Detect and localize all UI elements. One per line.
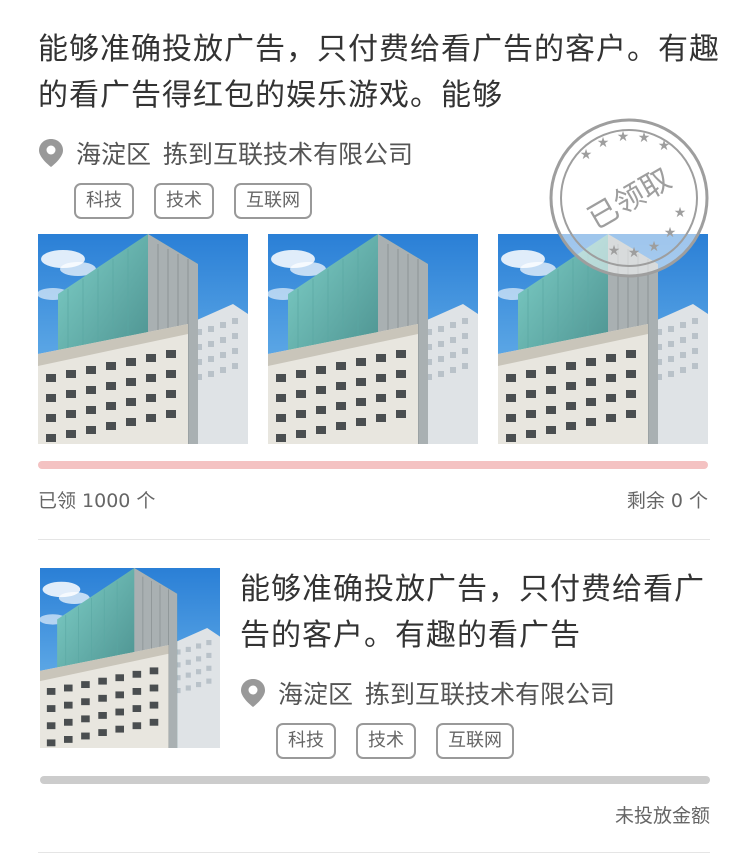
svg-text:★: ★ bbox=[658, 138, 671, 154]
svg-text:★: ★ bbox=[597, 135, 610, 151]
tag: 技术 bbox=[356, 723, 416, 759]
ad-card[interactable]: 能够准确投放广告，只付费给看广告的客户。有趣的看广告得红包的娱乐游戏。能够 海淀… bbox=[0, 0, 750, 540]
svg-text:★: ★ bbox=[674, 205, 687, 221]
ad-tags: 科技 技术 互联网 bbox=[276, 723, 534, 759]
tag: 科技 bbox=[276, 723, 336, 759]
svg-text:★: ★ bbox=[580, 147, 593, 163]
ad-location: 海淀区 拣到互联技术有限公司 bbox=[240, 673, 615, 713]
claim-progress-fill bbox=[38, 461, 708, 469]
tag: 科技 bbox=[74, 183, 134, 219]
location-pin-icon bbox=[240, 678, 266, 708]
claim-progress-bar bbox=[38, 461, 708, 469]
ad-image[interactable] bbox=[498, 234, 708, 444]
location-pin-icon bbox=[38, 138, 64, 168]
ad-district: 海淀区 bbox=[76, 140, 152, 169]
ad-image[interactable] bbox=[38, 234, 248, 444]
unfunded-amount-label: 未投放金额 bbox=[614, 805, 710, 827]
ad-image[interactable] bbox=[40, 568, 220, 748]
claimed-count: 已领 1000 个 bbox=[38, 490, 156, 512]
ad-image[interactable] bbox=[268, 234, 478, 444]
ad-district: 海淀区 bbox=[278, 680, 354, 709]
ad-title: 能够准确投放广告，只付费给看广告的客户。有趣的看广告得红包的娱乐游戏。能够 bbox=[38, 32, 720, 113]
tag: 互联网 bbox=[234, 183, 312, 219]
claim-progress-bar bbox=[40, 776, 710, 784]
ad-tags: 科技 技术 互联网 bbox=[74, 183, 332, 219]
tag: 互联网 bbox=[436, 723, 514, 759]
ad-company: 拣到互联技术有限公司 bbox=[365, 680, 616, 709]
ad-location: 海淀区 拣到互联技术有限公司 bbox=[38, 133, 413, 173]
ad-card[interactable]: 能够准确投放广告，只付费给看广告的客户。有趣的看广告 海淀区 拣到互联技术有限公… bbox=[0, 540, 750, 854]
svg-text:★: ★ bbox=[638, 130, 651, 146]
ad-title: 能够准确投放广告，只付费给看广告的客户。有趣的看广告 bbox=[240, 572, 705, 653]
remaining-count: 剩余 0 个 bbox=[626, 490, 708, 512]
svg-text:★: ★ bbox=[617, 129, 630, 145]
tag: 技术 bbox=[154, 183, 214, 219]
divider bbox=[38, 852, 710, 853]
ad-company: 拣到互联技术有限公司 bbox=[163, 140, 414, 169]
stamp-text: 已领取 bbox=[582, 162, 677, 237]
